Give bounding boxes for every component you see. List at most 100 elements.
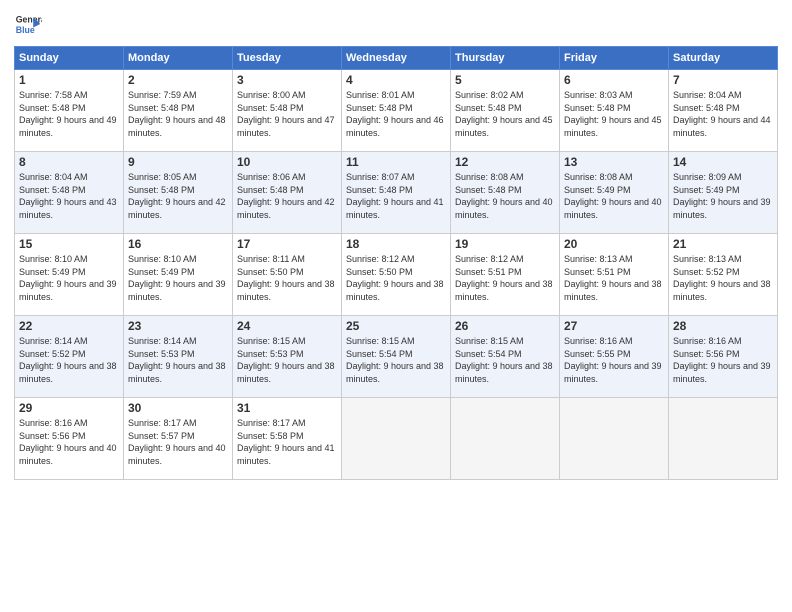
calendar-week-row: 15 Sunrise: 8:10 AM Sunset: 5:49 PM Dayl… <box>15 234 778 316</box>
calendar-cell: 20 Sunrise: 8:13 AM Sunset: 5:51 PM Dayl… <box>560 234 669 316</box>
day-info: Sunrise: 8:15 AM Sunset: 5:53 PM Dayligh… <box>237 335 337 385</box>
col-sunday: Sunday <box>15 47 124 70</box>
day-number: 18 <box>346 237 446 251</box>
day-number: 28 <box>673 319 773 333</box>
col-friday: Friday <box>560 47 669 70</box>
day-number: 16 <box>128 237 228 251</box>
day-number: 1 <box>19 73 119 87</box>
calendar-week-row: 29 Sunrise: 8:16 AM Sunset: 5:56 PM Dayl… <box>15 398 778 480</box>
logo: General Blue <box>14 10 42 38</box>
day-number: 9 <box>128 155 228 169</box>
logo-icon: General Blue <box>14 10 42 38</box>
calendar-week-row: 1 Sunrise: 7:58 AM Sunset: 5:48 PM Dayli… <box>15 70 778 152</box>
day-info: Sunrise: 8:16 AM Sunset: 5:55 PM Dayligh… <box>564 335 664 385</box>
day-info: Sunrise: 8:15 AM Sunset: 5:54 PM Dayligh… <box>346 335 446 385</box>
calendar-cell: 21 Sunrise: 8:13 AM Sunset: 5:52 PM Dayl… <box>669 234 778 316</box>
calendar-cell: 28 Sunrise: 8:16 AM Sunset: 5:56 PM Dayl… <box>669 316 778 398</box>
calendar-cell: 3 Sunrise: 8:00 AM Sunset: 5:48 PM Dayli… <box>233 70 342 152</box>
day-info: Sunrise: 8:08 AM Sunset: 5:49 PM Dayligh… <box>564 171 664 221</box>
calendar-cell: 30 Sunrise: 8:17 AM Sunset: 5:57 PM Dayl… <box>124 398 233 480</box>
calendar-cell: 4 Sunrise: 8:01 AM Sunset: 5:48 PM Dayli… <box>342 70 451 152</box>
day-info: Sunrise: 8:09 AM Sunset: 5:49 PM Dayligh… <box>673 171 773 221</box>
day-info: Sunrise: 8:17 AM Sunset: 5:57 PM Dayligh… <box>128 417 228 467</box>
day-number: 31 <box>237 401 337 415</box>
calendar-cell: 22 Sunrise: 8:14 AM Sunset: 5:52 PM Dayl… <box>15 316 124 398</box>
calendar-cell: 15 Sunrise: 8:10 AM Sunset: 5:49 PM Dayl… <box>15 234 124 316</box>
calendar-cell: 17 Sunrise: 8:11 AM Sunset: 5:50 PM Dayl… <box>233 234 342 316</box>
day-info: Sunrise: 8:04 AM Sunset: 5:48 PM Dayligh… <box>19 171 119 221</box>
day-number: 26 <box>455 319 555 333</box>
calendar-cell: 1 Sunrise: 7:58 AM Sunset: 5:48 PM Dayli… <box>15 70 124 152</box>
day-number: 21 <box>673 237 773 251</box>
calendar-week-row: 22 Sunrise: 8:14 AM Sunset: 5:52 PM Dayl… <box>15 316 778 398</box>
day-info: Sunrise: 8:14 AM Sunset: 5:53 PM Dayligh… <box>128 335 228 385</box>
calendar-cell <box>342 398 451 480</box>
day-info: Sunrise: 8:14 AM Sunset: 5:52 PM Dayligh… <box>19 335 119 385</box>
day-info: Sunrise: 7:58 AM Sunset: 5:48 PM Dayligh… <box>19 89 119 139</box>
calendar-cell <box>669 398 778 480</box>
calendar-cell: 18 Sunrise: 8:12 AM Sunset: 5:50 PM Dayl… <box>342 234 451 316</box>
day-info: Sunrise: 8:10 AM Sunset: 5:49 PM Dayligh… <box>19 253 119 303</box>
calendar-cell: 10 Sunrise: 8:06 AM Sunset: 5:48 PM Dayl… <box>233 152 342 234</box>
day-info: Sunrise: 8:05 AM Sunset: 5:48 PM Dayligh… <box>128 171 228 221</box>
day-number: 20 <box>564 237 664 251</box>
day-info: Sunrise: 8:11 AM Sunset: 5:50 PM Dayligh… <box>237 253 337 303</box>
day-number: 24 <box>237 319 337 333</box>
day-info: Sunrise: 8:08 AM Sunset: 5:48 PM Dayligh… <box>455 171 555 221</box>
day-info: Sunrise: 8:15 AM Sunset: 5:54 PM Dayligh… <box>455 335 555 385</box>
day-number: 6 <box>564 73 664 87</box>
calendar-cell: 2 Sunrise: 7:59 AM Sunset: 5:48 PM Dayli… <box>124 70 233 152</box>
day-number: 13 <box>564 155 664 169</box>
day-number: 3 <box>237 73 337 87</box>
calendar-cell: 24 Sunrise: 8:15 AM Sunset: 5:53 PM Dayl… <box>233 316 342 398</box>
day-number: 23 <box>128 319 228 333</box>
day-info: Sunrise: 8:01 AM Sunset: 5:48 PM Dayligh… <box>346 89 446 139</box>
header-row: Sunday Monday Tuesday Wednesday Thursday… <box>15 47 778 70</box>
col-tuesday: Tuesday <box>233 47 342 70</box>
day-number: 10 <box>237 155 337 169</box>
day-number: 19 <box>455 237 555 251</box>
day-info: Sunrise: 8:02 AM Sunset: 5:48 PM Dayligh… <box>455 89 555 139</box>
day-number: 22 <box>19 319 119 333</box>
day-info: Sunrise: 7:59 AM Sunset: 5:48 PM Dayligh… <box>128 89 228 139</box>
svg-text:Blue: Blue <box>16 25 35 35</box>
day-info: Sunrise: 8:06 AM Sunset: 5:48 PM Dayligh… <box>237 171 337 221</box>
day-info: Sunrise: 8:03 AM Sunset: 5:48 PM Dayligh… <box>564 89 664 139</box>
col-monday: Monday <box>124 47 233 70</box>
day-number: 30 <box>128 401 228 415</box>
calendar-cell: 29 Sunrise: 8:16 AM Sunset: 5:56 PM Dayl… <box>15 398 124 480</box>
calendar-cell <box>560 398 669 480</box>
calendar-cell: 19 Sunrise: 8:12 AM Sunset: 5:51 PM Dayl… <box>451 234 560 316</box>
day-number: 7 <box>673 73 773 87</box>
day-info: Sunrise: 8:16 AM Sunset: 5:56 PM Dayligh… <box>19 417 119 467</box>
day-info: Sunrise: 8:12 AM Sunset: 5:51 PM Dayligh… <box>455 253 555 303</box>
day-number: 25 <box>346 319 446 333</box>
calendar-cell: 12 Sunrise: 8:08 AM Sunset: 5:48 PM Dayl… <box>451 152 560 234</box>
day-number: 14 <box>673 155 773 169</box>
day-info: Sunrise: 8:16 AM Sunset: 5:56 PM Dayligh… <box>673 335 773 385</box>
day-info: Sunrise: 8:13 AM Sunset: 5:51 PM Dayligh… <box>564 253 664 303</box>
calendar-cell: 5 Sunrise: 8:02 AM Sunset: 5:48 PM Dayli… <box>451 70 560 152</box>
day-info: Sunrise: 8:04 AM Sunset: 5:48 PM Dayligh… <box>673 89 773 139</box>
col-thursday: Thursday <box>451 47 560 70</box>
day-number: 2 <box>128 73 228 87</box>
calendar-cell: 23 Sunrise: 8:14 AM Sunset: 5:53 PM Dayl… <box>124 316 233 398</box>
calendar-cell: 8 Sunrise: 8:04 AM Sunset: 5:48 PM Dayli… <box>15 152 124 234</box>
day-number: 8 <box>19 155 119 169</box>
day-number: 5 <box>455 73 555 87</box>
day-number: 12 <box>455 155 555 169</box>
day-number: 17 <box>237 237 337 251</box>
calendar-week-row: 8 Sunrise: 8:04 AM Sunset: 5:48 PM Dayli… <box>15 152 778 234</box>
day-info: Sunrise: 8:07 AM Sunset: 5:48 PM Dayligh… <box>346 171 446 221</box>
calendar-cell: 27 Sunrise: 8:16 AM Sunset: 5:55 PM Dayl… <box>560 316 669 398</box>
calendar-cell: 13 Sunrise: 8:08 AM Sunset: 5:49 PM Dayl… <box>560 152 669 234</box>
calendar-cell: 16 Sunrise: 8:10 AM Sunset: 5:49 PM Dayl… <box>124 234 233 316</box>
calendar-cell: 6 Sunrise: 8:03 AM Sunset: 5:48 PM Dayli… <box>560 70 669 152</box>
day-number: 29 <box>19 401 119 415</box>
calendar-cell: 9 Sunrise: 8:05 AM Sunset: 5:48 PM Dayli… <box>124 152 233 234</box>
day-number: 4 <box>346 73 446 87</box>
day-number: 27 <box>564 319 664 333</box>
day-number: 11 <box>346 155 446 169</box>
day-info: Sunrise: 8:10 AM Sunset: 5:49 PM Dayligh… <box>128 253 228 303</box>
calendar-cell <box>451 398 560 480</box>
